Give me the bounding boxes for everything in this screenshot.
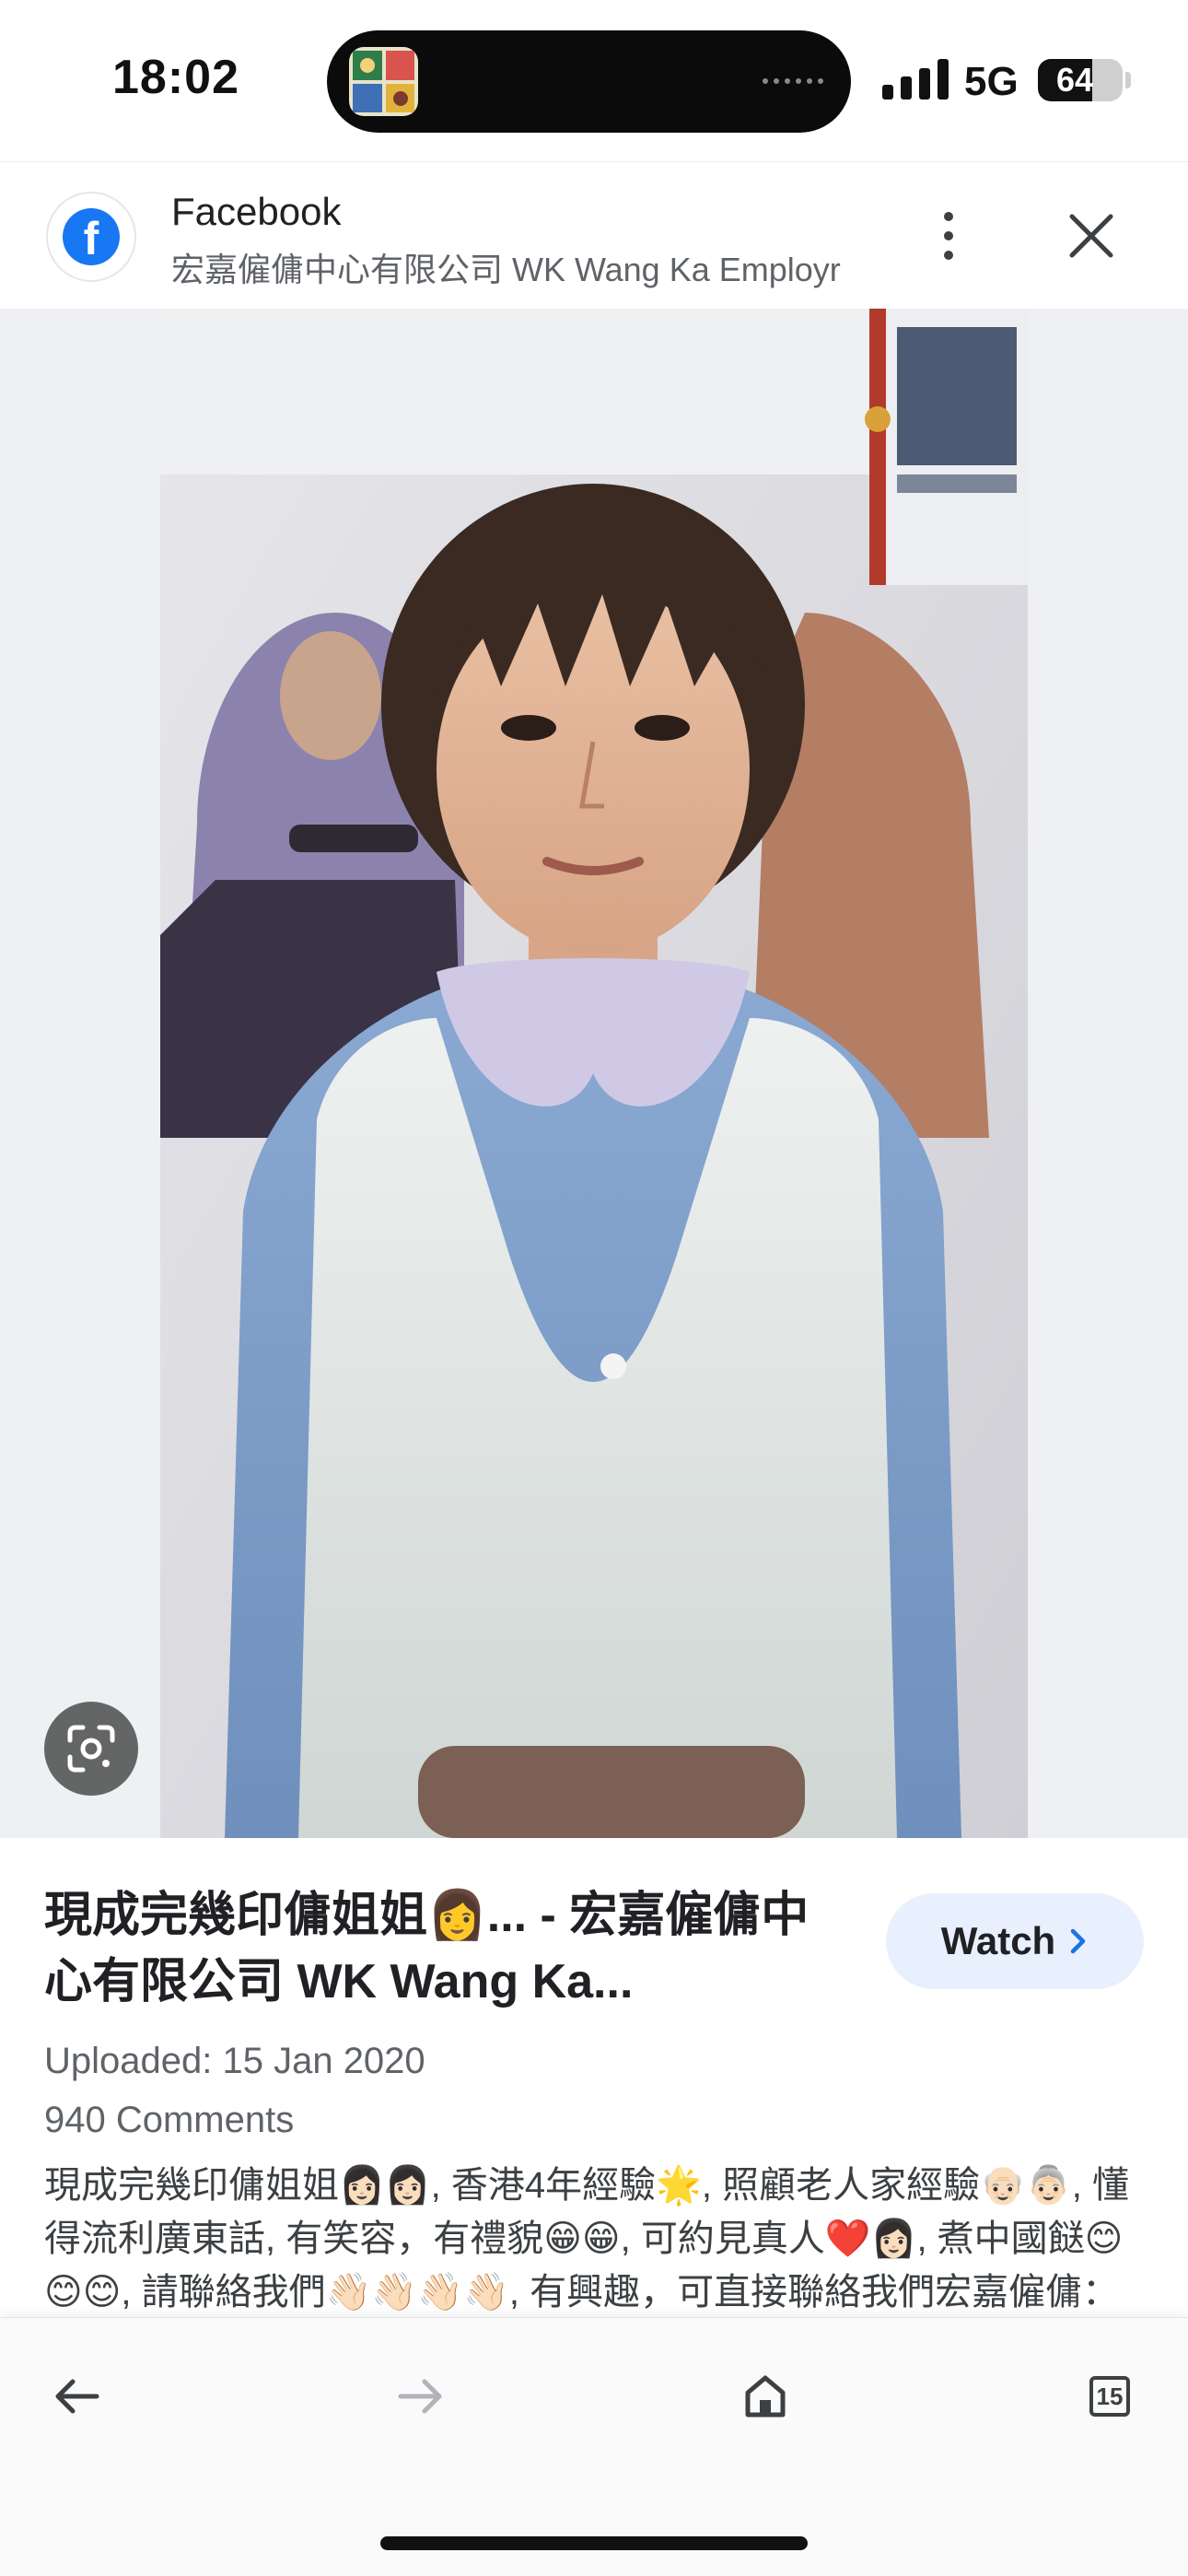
tabs-icon: 15 — [1089, 2376, 1130, 2417]
source-page-title[interactable]: 宏嘉僱傭中心有限公司 WK Wang Ka Employr — [171, 243, 853, 291]
lens-icon — [67, 1725, 115, 1773]
watch-button[interactable]: Watch — [886, 1893, 1144, 1989]
live-activity-app-icon — [349, 47, 418, 116]
tab-count: 15 — [1096, 2382, 1124, 2410]
facebook-icon[interactable]: f — [46, 192, 136, 282]
battery-level: 64 — [1055, 61, 1094, 99]
close-icon[interactable] — [1059, 204, 1124, 268]
back-button[interactable] — [35, 2355, 118, 2438]
source-name[interactable]: Facebook — [171, 190, 341, 234]
forward-icon — [398, 2379, 442, 2414]
chevron-right-icon — [1070, 1928, 1086, 1954]
battery-tip — [1125, 72, 1131, 88]
forward-button[interactable] — [379, 2355, 462, 2438]
back-icon — [55, 2379, 99, 2414]
home-indicator[interactable] — [380, 2536, 808, 2550]
network-type: 5G — [964, 59, 1019, 104]
home-icon — [745, 2375, 786, 2418]
more-vert-icon — [944, 212, 953, 221]
status-bar: 18:02 5G 64 — [0, 0, 1188, 161]
result-photo[interactable] — [160, 309, 1028, 1838]
watch-label: Watch — [940, 1919, 1056, 1962]
battery-icon: 64 — [1038, 59, 1123, 101]
dynamic-island[interactable] — [327, 30, 851, 133]
result-description: 現成完幾印傭姐姐👩🏻👩🏻, 香港4年經驗🌟, 照顧老人家經驗👴🏻👵🏻, 懂得流利… — [44, 2165, 1129, 2313]
status-time: 18:02 — [112, 51, 239, 104]
activity-indicator-icon — [763, 76, 823, 87]
home-button[interactable] — [724, 2355, 807, 2438]
result-title[interactable]: 現成完幾印傭姐姐👩... - 宏嘉僱傭中心有限公司 WK Wang Ka... — [44, 1882, 855, 2015]
more-options-button[interactable] — [921, 199, 976, 273]
comment-count: 940 Comments — [44, 2100, 295, 2140]
upload-date: Uploaded: 15 Jan 2020 — [44, 2041, 425, 2081]
image-preview-area[interactable] — [0, 309, 1188, 1838]
result-details: 現成完幾印傭姐姐👩... - 宏嘉僱傭中心有限公司 WK Wang Ka... … — [0, 1838, 1188, 2317]
google-lens-button[interactable] — [44, 1702, 138, 1796]
cellular-signal-icon — [882, 59, 949, 100]
tabs-button[interactable]: 15 — [1068, 2355, 1151, 2438]
source-header: f Facebook 宏嘉僱傭中心有限公司 WK Wang Ka Employr — [0, 161, 1188, 309]
facebook-logo-glyph: f — [63, 208, 120, 265]
